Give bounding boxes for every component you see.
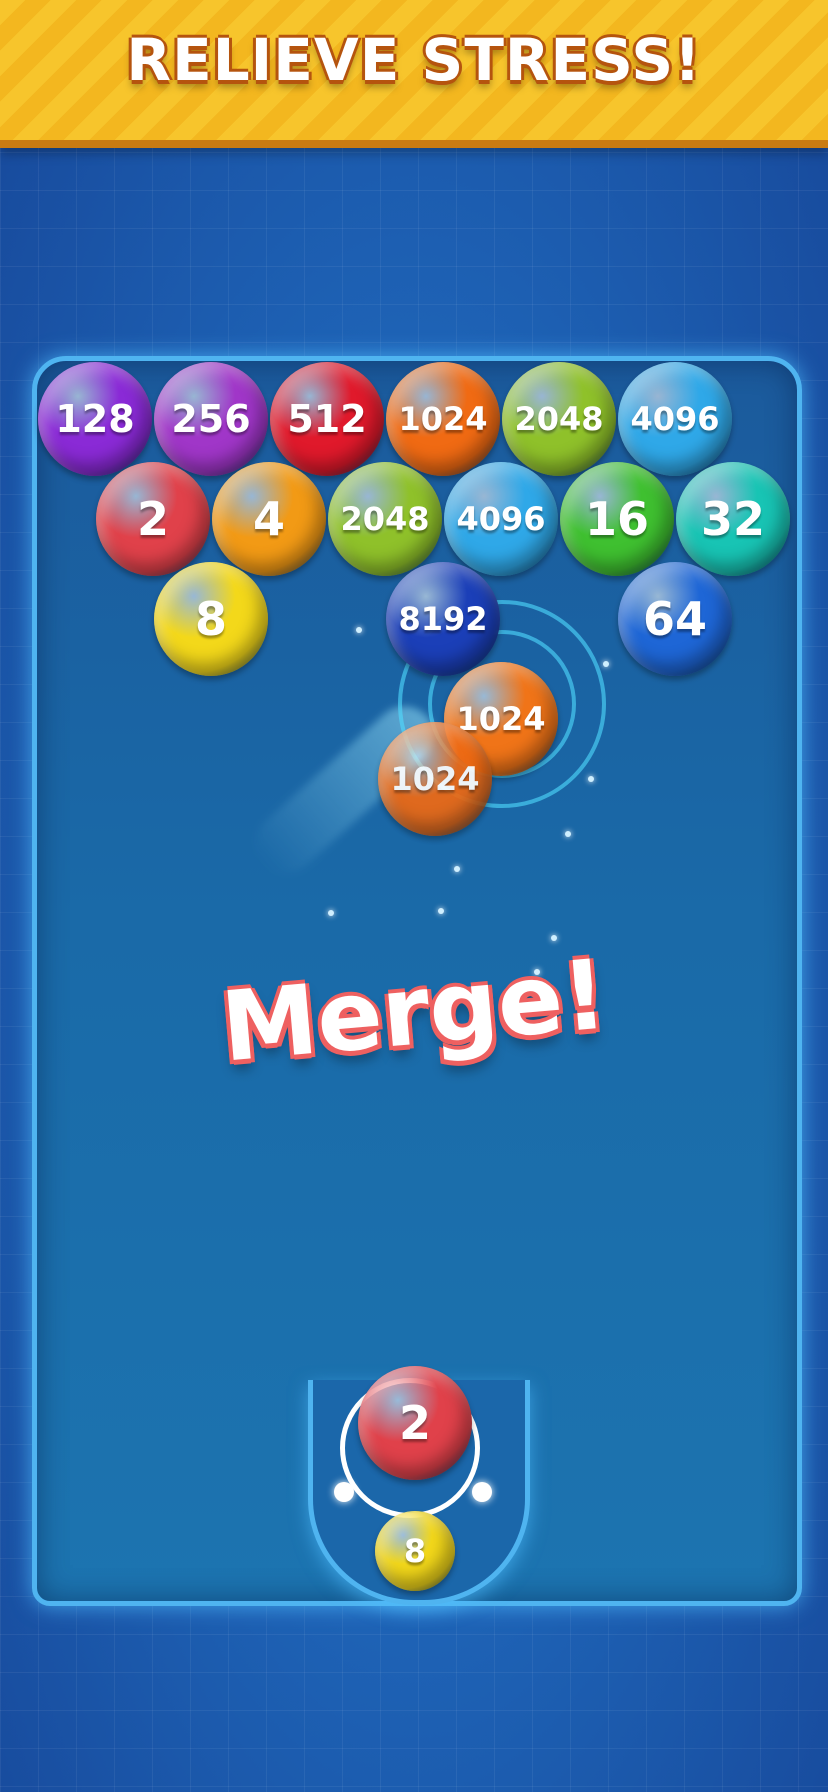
bubble[interactable]: 2048 <box>328 462 442 576</box>
sparkle <box>356 627 362 633</box>
bubble[interactable]: 1024 <box>386 362 500 476</box>
sparkle <box>454 866 460 872</box>
ring-dot-left <box>334 1482 354 1502</box>
sparkle <box>588 776 594 782</box>
current-bubble[interactable]: 2 <box>358 1366 472 1480</box>
bubble[interactable]: 2048 <box>502 362 616 476</box>
bubble[interactable]: 32 <box>676 462 790 576</box>
sparkle <box>328 910 334 916</box>
bubble[interactable]: 2 <box>96 462 210 576</box>
bubble[interactable]: 4 <box>212 462 326 576</box>
banner-title: RELIEVE STRESS! <box>126 26 702 94</box>
bubble[interactable]: 8 <box>154 562 268 676</box>
bubble[interactable]: 16 <box>560 462 674 576</box>
bubble[interactable]: 4096 <box>444 462 558 576</box>
bubble[interactable]: 64 <box>618 562 732 676</box>
bubble[interactable]: 256 <box>154 362 268 476</box>
sparkle <box>551 935 557 941</box>
sparkle <box>603 661 609 667</box>
next-bubble[interactable]: 8 <box>375 1511 455 1591</box>
sparkle <box>438 908 444 914</box>
promo-banner: RELIEVE STRESS! <box>0 0 828 148</box>
shot-bubble: 1024 <box>378 722 492 836</box>
bubble[interactable]: 8192 <box>386 562 500 676</box>
bubble[interactable]: 128 <box>38 362 152 476</box>
bubble[interactable]: 4096 <box>618 362 732 476</box>
bubble[interactable]: 512 <box>270 362 384 476</box>
ring-dot-right <box>472 1482 492 1502</box>
sparkle <box>565 831 571 837</box>
